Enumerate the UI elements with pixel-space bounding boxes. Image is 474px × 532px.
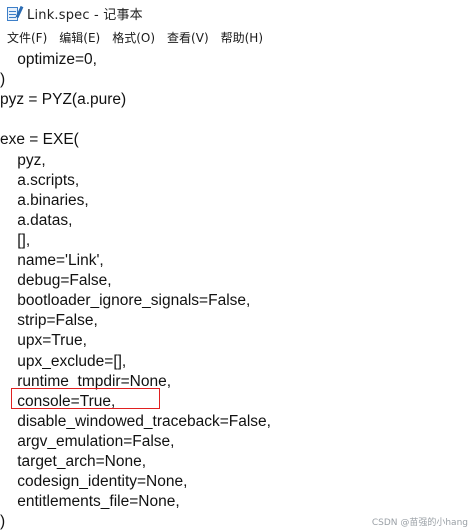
window-title: Link.spec - 记事本	[27, 8, 143, 23]
code-line: codesign_identity=None,	[0, 473, 188, 491]
code-line: debug=False,	[0, 272, 112, 290]
menu-help[interactable]: 帮助(H)	[217, 27, 269, 48]
notepad-icon	[6, 5, 24, 22]
code-line: argv_emulation=False,	[0, 432, 175, 450]
code-line: entitlements_file=None,	[0, 493, 180, 511]
code-line: [],	[0, 231, 31, 249]
text-editor-area[interactable]: optimize=0, ) pyz = PYZ(a.pure) exe = EX…	[0, 48, 474, 532]
watermark: CSDN @苗强的小hang	[371, 518, 468, 528]
code-line: exe = EXE(	[0, 131, 79, 149]
red-highlight-box	[11, 388, 160, 409]
title-bar: Link.spec - 记事本	[0, 0, 474, 27]
code-line: strip=False,	[0, 312, 98, 330]
code-line: target_arch=None,	[0, 453, 147, 470]
code-line: upx_exclude=[],	[0, 352, 127, 370]
code-line: optimize=0,	[0, 51, 97, 68]
menu-format[interactable]: 格式(O)	[108, 27, 161, 48]
code-line: name='Link',	[0, 252, 104, 269]
menu-bar: 文件(F) 编辑(E) 格式(O) 查看(V) 帮助(H)	[0, 27, 474, 48]
code-line: pyz = PYZ(a.pure)	[0, 91, 127, 109]
menu-file[interactable]: 文件(F)	[3, 27, 53, 48]
code-line: a.scripts,	[0, 171, 80, 189]
menu-edit[interactable]: 编辑(E)	[55, 27, 106, 48]
code-line: upx=True,	[0, 332, 87, 350]
code-line: )	[0, 71, 6, 89]
code-line: a.binaries,	[0, 191, 89, 209]
menu-view[interactable]: 查看(V)	[163, 27, 215, 48]
code-line: a.datas,	[0, 211, 73, 229]
code-line: )	[0, 513, 6, 531]
code-line: bootloader_ignore_signals=False,	[0, 292, 251, 310]
code-line: disable_windowed_traceback=False,	[0, 412, 271, 430]
code-line: pyz,	[0, 151, 46, 169]
